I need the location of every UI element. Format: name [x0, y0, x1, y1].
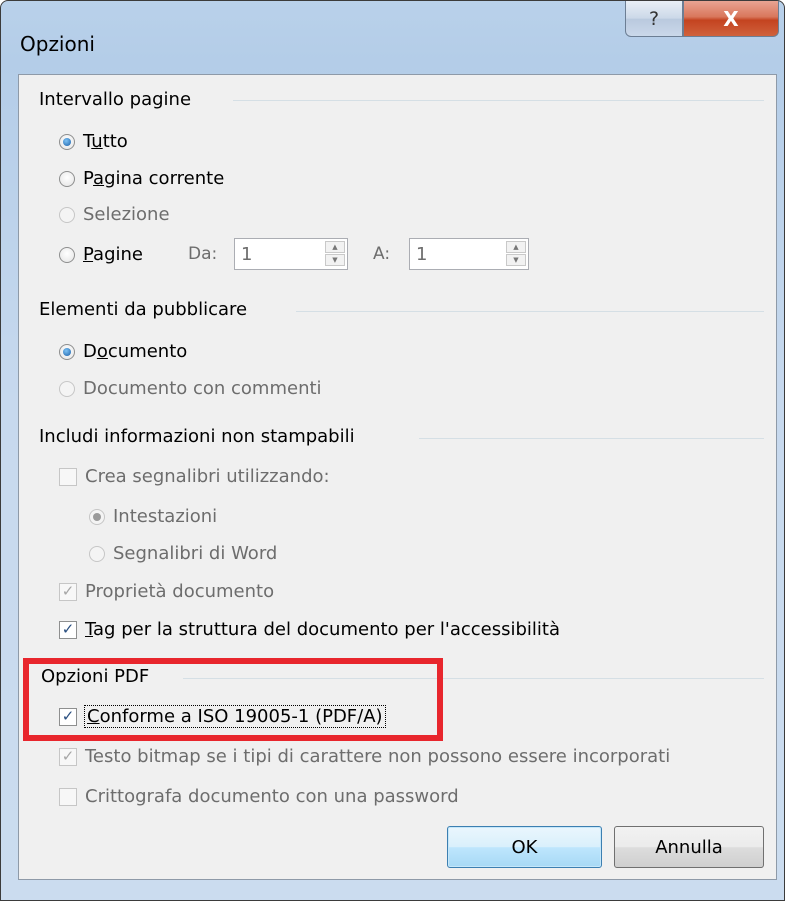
checkbox-encrypt-label: Crittografa documento con una password — [85, 786, 459, 807]
radio-current-page-label: Pagina corrente — [83, 168, 225, 189]
radio-checked-icon — [59, 133, 75, 150]
radio-pages-label: Pagine — [83, 244, 143, 265]
dialog-window: Opzioni ? X Intervallo pagine Tutto Pagi… — [0, 0, 785, 901]
from-label: Da: — [188, 244, 218, 264]
radio-all-pages-label: Tutto — [83, 131, 128, 152]
checkbox-structure-tags[interactable]: ✓ Tag per la struttura del documento per… — [59, 619, 560, 640]
nonprint-divider — [419, 438, 764, 439]
checkbox-doc-properties[interactable]: ✓ Proprietà documento — [59, 581, 274, 602]
from-page-stepper[interactable]: 1 ▲ ▼ — [234, 238, 348, 270]
page-range-divider — [233, 100, 764, 101]
checkbox-doc-properties-label: Proprietà documento — [85, 581, 275, 602]
checkbox-unchecked-icon — [59, 787, 77, 806]
red-highlight-box — [23, 658, 443, 741]
radio-unchecked-icon — [59, 246, 75, 263]
spin-down-icon[interactable]: ▼ — [325, 254, 345, 266]
publish-divider — [296, 311, 764, 312]
radio-document[interactable]: Documento — [59, 341, 187, 362]
radio-disabled-checked-icon — [89, 508, 105, 525]
help-icon: ? — [648, 7, 660, 30]
radio-all-pages[interactable]: Tutto — [59, 131, 128, 152]
checkbox-bitmap-text[interactable]: ✓ Testo bitmap se i tipi di carattere no… — [59, 746, 670, 767]
radio-disabled-icon — [59, 206, 75, 223]
radio-word-bookmarks-label: Segnalibri di Word — [113, 543, 278, 564]
checkbox-checked-icon: ✓ — [59, 747, 77, 766]
radio-pages[interactable]: Pagine — [59, 244, 143, 265]
checkbox-structure-tags-label: Tag per la struttura del documento per l… — [85, 619, 561, 640]
radio-document-comments-label: Documento con commenti — [83, 378, 322, 399]
nonprint-group-title: Includi informazioni non stampabili — [39, 426, 355, 447]
publish-group-title: Elementi da pubblicare — [39, 299, 248, 320]
close-icon: X — [723, 6, 739, 31]
radio-headings-label: Intestazioni — [113, 506, 218, 527]
checkbox-create-bookmarks-label: Crea segnalibri utilizzando: — [85, 466, 330, 487]
radio-headings[interactable]: Intestazioni — [89, 506, 217, 527]
spin-up-icon[interactable]: ▲ — [506, 241, 526, 253]
from-page-spin-arrows[interactable]: ▲ ▼ — [325, 241, 345, 267]
radio-checked-icon — [59, 343, 75, 360]
checkbox-unchecked-icon — [59, 467, 77, 486]
to-page-value: 1 — [416, 244, 428, 265]
spin-up-icon[interactable]: ▲ — [325, 241, 345, 253]
close-button[interactable]: X — [683, 1, 779, 37]
cancel-button[interactable]: Annulla — [614, 826, 764, 868]
to-page-stepper[interactable]: 1 ▲ ▼ — [409, 238, 529, 270]
ok-button[interactable]: OK — [447, 826, 602, 868]
checkbox-bitmap-text-label: Testo bitmap se i tipi di carattere non … — [85, 746, 671, 767]
radio-selection[interactable]: Selezione — [59, 204, 170, 225]
radio-document-comments[interactable]: Documento con commenti — [59, 378, 322, 399]
checkbox-checked-icon: ✓ — [59, 620, 77, 639]
radio-document-label: Documento — [83, 341, 188, 362]
radio-word-bookmarks[interactable]: Segnalibri di Word — [89, 543, 277, 564]
help-button[interactable]: ? — [625, 1, 683, 37]
page-range-group-title: Intervallo pagine — [39, 89, 192, 110]
window-title: Opzioni — [20, 32, 95, 56]
checkbox-encrypt[interactable]: Crittografa documento con una password — [59, 786, 459, 807]
checkbox-create-bookmarks[interactable]: Crea segnalibri utilizzando: — [59, 466, 330, 487]
radio-disabled-icon — [59, 380, 75, 397]
spin-down-icon[interactable]: ▼ — [506, 254, 526, 266]
radio-disabled-icon — [89, 545, 105, 562]
to-label: A: — [373, 244, 391, 264]
to-page-spin-arrows[interactable]: ▲ ▼ — [506, 241, 526, 267]
radio-selection-label: Selezione — [83, 204, 170, 225]
checkbox-checked-icon: ✓ — [59, 582, 77, 601]
radio-current-page[interactable]: Pagina corrente — [59, 168, 224, 189]
radio-unchecked-icon — [59, 170, 75, 187]
from-page-value: 1 — [241, 244, 253, 265]
